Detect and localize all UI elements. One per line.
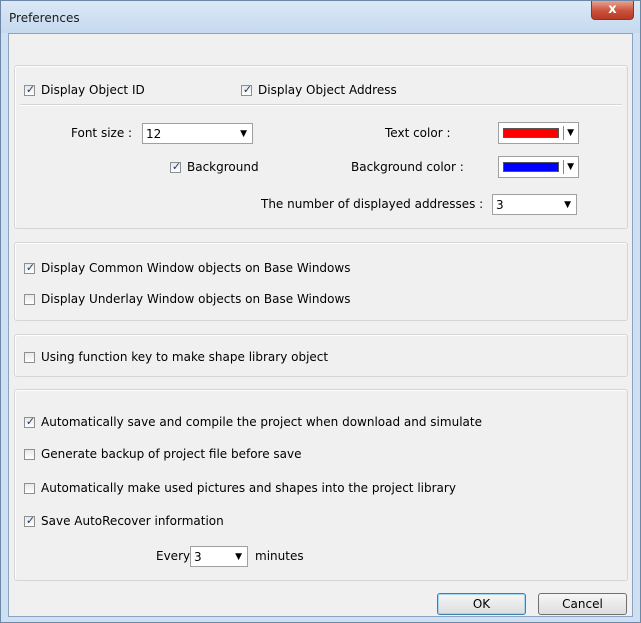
text-color-picker[interactable]: ▼ <box>498 122 579 144</box>
close-button[interactable]: x <box>591 1 634 20</box>
ok-button[interactable]: OK <box>437 593 526 615</box>
text-color-swatch <box>503 128 559 138</box>
generate-backup-checkbox[interactable]: Generate backup of project file before s… <box>24 447 302 461</box>
checkbox-box: ✓ <box>24 513 36 527</box>
display-object-address-checkbox[interactable]: ✓ Display Object Address <box>241 83 397 97</box>
every-label: Every <box>156 549 191 563</box>
checkbox-label: Automatically save and compile the proje… <box>41 415 482 429</box>
title-bar[interactable]: Preferences x <box>1 1 640 33</box>
checkbox-box: ✓ <box>24 414 36 428</box>
check-icon: ✓ <box>171 159 182 173</box>
chevron-down-icon: ▼ <box>567 128 574 138</box>
underlay-window-checkbox[interactable]: Display Underlay Window objects on Base … <box>24 292 351 306</box>
font-size-dropdown[interactable]: 12 ▼ <box>142 123 253 144</box>
display-options-group: ✓ Display Object ID ✓ Display Object Add… <box>14 65 628 229</box>
checkbox-box: ✓ <box>24 260 36 274</box>
separator <box>563 126 564 140</box>
cancel-button[interactable]: Cancel <box>538 593 627 615</box>
checkbox-box <box>24 351 35 363</box>
chevron-down-icon: ▼ <box>235 552 242 562</box>
project-options-group: ✓ Automatically save and compile the pro… <box>14 389 628 581</box>
shape-library-group: Using function key to make shape library… <box>14 334 628 377</box>
auto-library-checkbox[interactable]: Automatically make used pictures and sha… <box>24 481 456 495</box>
display-object-id-checkbox[interactable]: ✓ Display Object ID <box>24 83 145 97</box>
checkbox-label: Display Underlay Window objects on Base … <box>41 292 351 306</box>
font-size-label: Font size : <box>71 126 133 140</box>
window-options-group: ✓ Display Common Window objects on Base … <box>14 242 628 321</box>
check-icon: ✓ <box>25 260 36 274</box>
text-color-label: Text color : <box>385 126 451 140</box>
num-addresses-value: 3 <box>496 198 504 212</box>
auto-save-compile-checkbox[interactable]: ✓ Automatically save and compile the pro… <box>24 415 482 429</box>
background-color-picker[interactable]: ▼ <box>498 156 579 178</box>
check-icon: ✓ <box>25 414 36 428</box>
check-icon: ✓ <box>25 513 36 527</box>
checkbox-box: ✓ <box>24 82 36 96</box>
checkbox-box <box>24 293 35 305</box>
checkbox-box: ✓ <box>241 82 253 96</box>
checkbox-label: Automatically make used pictures and sha… <box>41 481 456 495</box>
chevron-down-icon: ▼ <box>240 129 247 139</box>
checkbox-label: Display Common Window objects on Base Wi… <box>41 261 351 275</box>
num-addresses-label: The number of displayed addresses : <box>261 197 484 211</box>
window-title: Preferences <box>9 11 80 25</box>
common-window-checkbox[interactable]: ✓ Display Common Window objects on Base … <box>24 261 350 275</box>
checkbox-label: Background <box>187 160 259 174</box>
background-color-swatch <box>503 162 559 172</box>
minutes-label: minutes <box>255 549 304 563</box>
autorecover-checkbox[interactable]: ✓ Save AutoRecover information <box>24 514 224 528</box>
background-checkbox[interactable]: ✓ Background <box>170 160 259 174</box>
preferences-dialog: Preferences x ✓ Display Object ID ✓ Disp… <box>0 0 641 623</box>
checkbox-label: Save AutoRecover information <box>41 514 224 528</box>
checkbox-label: Display Object ID <box>41 83 145 97</box>
checkbox-label: Using function key to make shape library… <box>41 350 329 364</box>
dialog-body: ✓ Display Object ID ✓ Display Object Add… <box>8 33 633 617</box>
checkbox-box: ✓ <box>170 159 182 173</box>
background-color-label: Background color : <box>351 160 464 174</box>
checkbox-label: Display Object Address <box>258 83 397 97</box>
function-key-checkbox[interactable]: Using function key to make shape library… <box>24 350 328 364</box>
check-icon: ✓ <box>242 82 253 96</box>
chevron-down-icon: ▼ <box>567 162 574 172</box>
checkbox-label: Generate backup of project file before s… <box>41 447 302 461</box>
font-size-value: 12 <box>146 127 162 141</box>
checkbox-box <box>24 448 35 460</box>
interval-value: 3 <box>194 550 202 564</box>
separator <box>20 104 622 106</box>
chevron-down-icon: ▼ <box>564 200 571 210</box>
autorecover-interval-dropdown[interactable]: 3 ▼ <box>190 546 248 567</box>
separator <box>563 160 564 174</box>
checkbox-box <box>24 482 35 494</box>
num-addresses-dropdown[interactable]: 3 ▼ <box>492 194 577 215</box>
check-icon: ✓ <box>25 82 36 96</box>
